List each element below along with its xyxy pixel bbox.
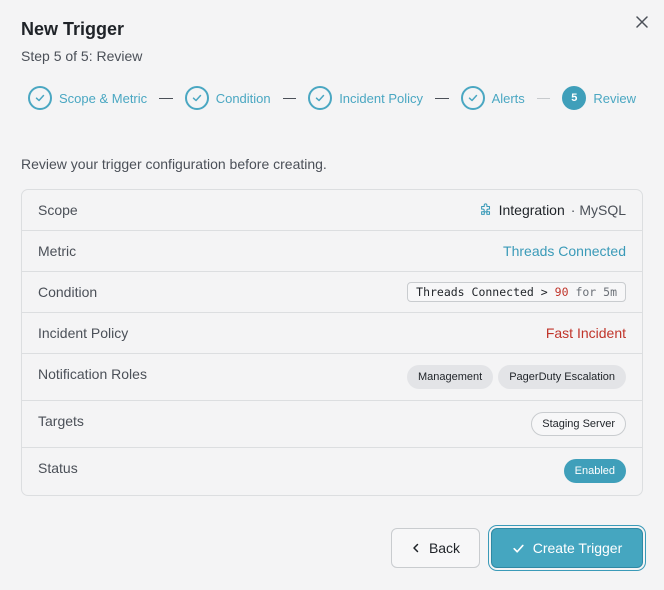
back-button-label: Back [428, 540, 461, 556]
metric-value: Threads Connected [503, 243, 626, 259]
scope-name: · MySQL [570, 202, 626, 218]
step-scope-metric[interactable]: Scope & Metric [28, 86, 147, 110]
step-condition[interactable]: Condition [184, 86, 271, 110]
step-incident-policy[interactable]: Incident Policy [308, 86, 423, 110]
review-row-targets: Targets Staging Server [22, 401, 642, 448]
incident-policy-value: Fast Incident [545, 325, 626, 341]
review-row-condition: Condition Threads Connected > 90 for 5m [22, 272, 642, 313]
review-row-incident-policy: Incident Policy Fast Incident [22, 313, 642, 354]
target-badge: Staging Server [531, 412, 626, 436]
check-icon [35, 94, 45, 102]
target-badges: Staging Server [531, 412, 626, 436]
role-badges: Management PagerDuty Escalation [407, 365, 626, 389]
row-label: Condition [38, 284, 98, 300]
step-label: Alerts [491, 90, 525, 106]
step-alerts[interactable]: Alerts [460, 86, 525, 110]
row-label: Incident Policy [38, 325, 129, 341]
step-number: 5 [562, 86, 587, 110]
step-label: Scope & Metric [59, 90, 148, 106]
create-trigger-button[interactable]: Create Trigger [491, 528, 643, 568]
review-row-notification-roles: Notification Roles Management PagerDuty … [22, 354, 642, 401]
check-icon [513, 544, 524, 553]
step-review[interactable]: 5 Review [562, 86, 636, 110]
role-badge: Management [407, 365, 494, 389]
step-label: Review [593, 90, 636, 106]
dialog-title: New Trigger [21, 19, 125, 39]
close-icon [636, 16, 648, 28]
review-intro: Review your trigger configuration before… [21, 156, 327, 172]
condition-expression: Threads Connected > 90 for 5m [407, 282, 626, 302]
review-row-status: Status Enabled [22, 448, 642, 495]
create-trigger-label: Create Trigger [532, 540, 623, 556]
row-label: Targets [38, 413, 84, 429]
scope-type: Integration [498, 202, 565, 218]
condition-duration: for 5m [575, 285, 617, 299]
chevron-left-icon [413, 543, 419, 553]
row-label: Notification Roles [38, 366, 147, 382]
close-button[interactable] [632, 12, 652, 32]
condition-operator: > [540, 285, 548, 299]
row-label: Metric [38, 243, 77, 259]
step-label: Incident Policy [339, 90, 424, 106]
check-icon [192, 94, 201, 102]
dialog-subtitle: Step 5 of 5: Review [21, 48, 143, 64]
review-row-metric: Metric Threads Connected [22, 231, 642, 272]
condition-threshold: 90 [554, 285, 569, 299]
row-label: Scope [38, 202, 78, 218]
scope-value: Integration · MySQL [479, 202, 626, 218]
step-separator [282, 97, 297, 99]
row-label: Status [38, 460, 78, 476]
step-label: Condition [215, 90, 271, 106]
back-button[interactable]: Back [391, 528, 480, 568]
status-badge: Enabled [563, 459, 626, 483]
step-separator [435, 97, 449, 99]
check-icon [468, 94, 477, 102]
stepper: Scope & Metric Condition Incident Policy [28, 86, 636, 110]
step-separator [536, 97, 551, 99]
condition-metric: Threads Connected [416, 285, 534, 299]
review-row-scope: Scope Integration · MySQL [22, 190, 642, 231]
puzzle-icon [480, 203, 490, 215]
step-separator [159, 97, 173, 99]
role-badge: PagerDuty Escalation [498, 365, 626, 389]
review-summary-card: Scope Integration · MySQL Metric Threads… [21, 189, 643, 496]
new-trigger-dialog: New Trigger Step 5 of 5: Review Scope & … [0, 0, 664, 590]
check-icon [315, 94, 325, 102]
